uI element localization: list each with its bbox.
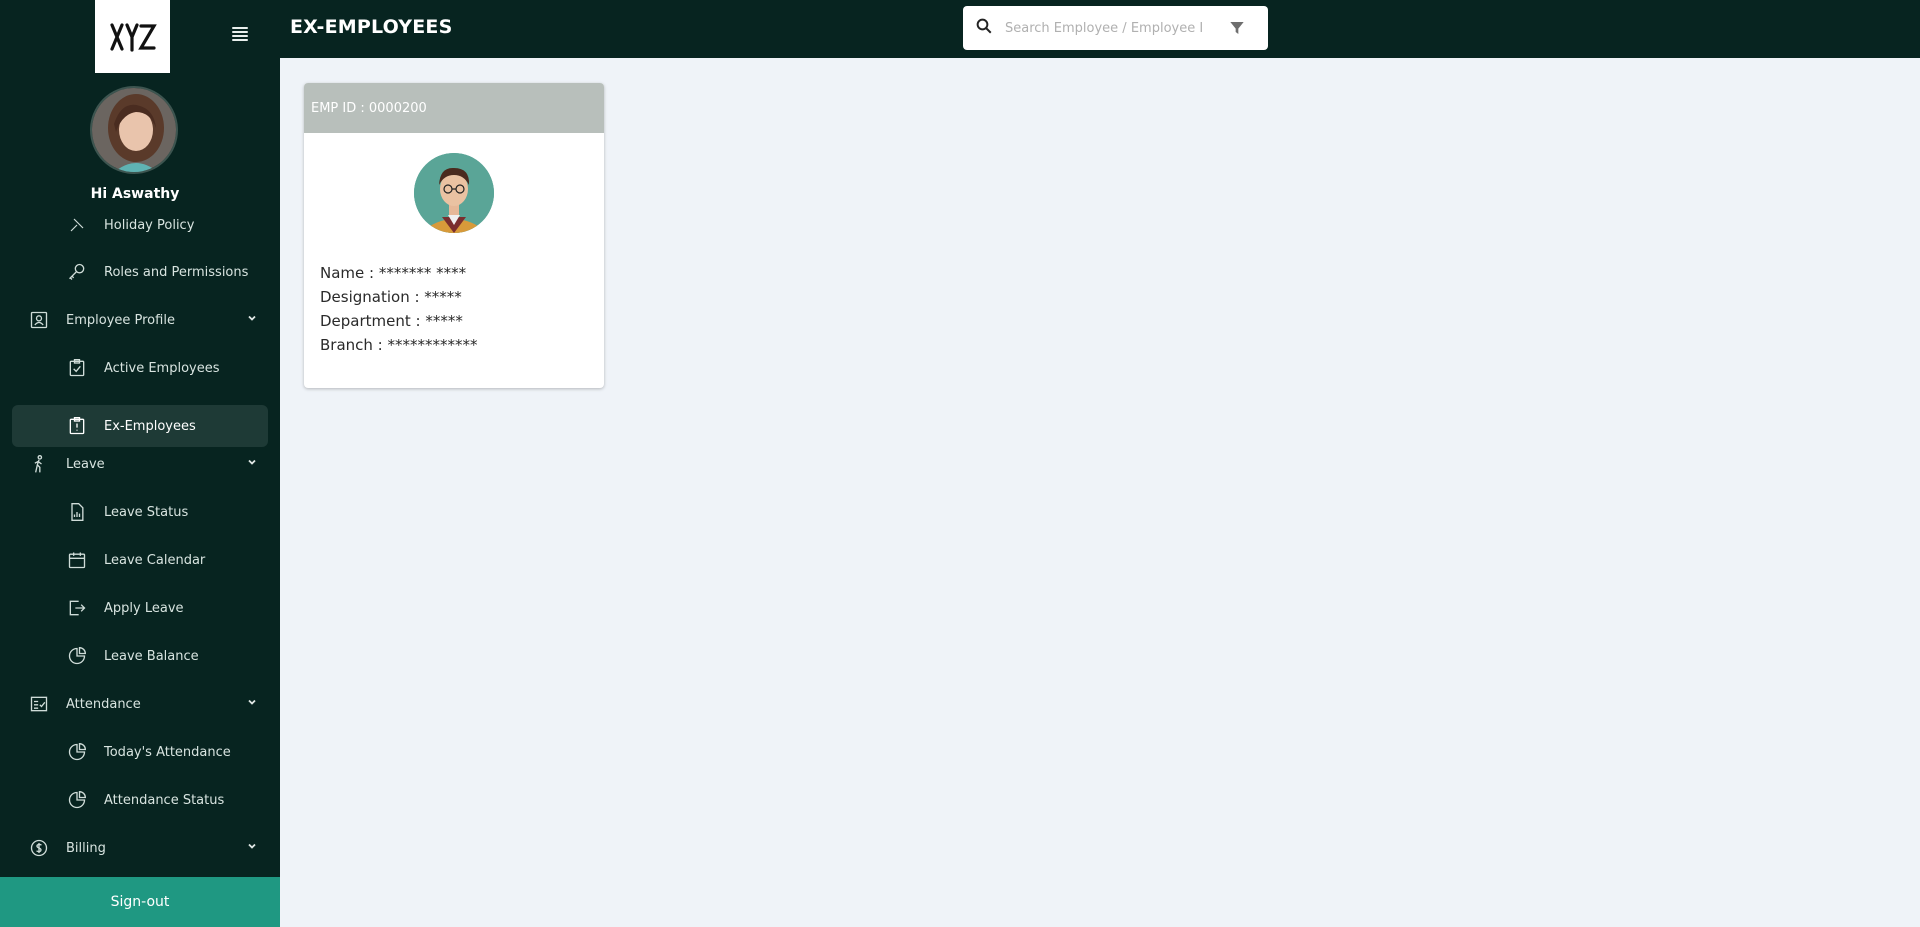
sidebar-item-leave-calendar[interactable]: Leave Calendar bbox=[12, 539, 268, 581]
employee-details: Name : ******* **** Designation : ***** … bbox=[320, 261, 478, 357]
sidebar-item-attendance-status[interactable]: Attendance Status bbox=[12, 779, 268, 821]
holiday-icon bbox=[66, 218, 88, 236]
search-icon bbox=[975, 17, 993, 39]
pie-chart-icon bbox=[66, 741, 88, 763]
search-input[interactable] bbox=[1005, 20, 1225, 36]
sidebar-item-label: Today's Attendance bbox=[104, 744, 231, 760]
clipboard-alert-icon bbox=[66, 415, 88, 437]
sidebar-item-ex-employees[interactable]: Ex-Employees bbox=[12, 405, 268, 447]
sidebar-item-label: Active Employees bbox=[104, 360, 220, 376]
user-greeting: Hi Aswathy bbox=[90, 186, 180, 202]
user-photo-icon bbox=[92, 88, 176, 172]
sidebar-item-todays-attendance[interactable]: Today's Attendance bbox=[12, 731, 268, 773]
report-icon bbox=[66, 501, 88, 523]
xyz-logo-icon bbox=[109, 22, 157, 52]
clipboard-check-icon bbox=[66, 357, 88, 379]
filter-icon[interactable] bbox=[1229, 20, 1245, 36]
sidebar-item-leave[interactable]: Leave bbox=[12, 443, 268, 485]
employee-id: EMP ID : 0000200 bbox=[304, 83, 604, 133]
sidebar-item-billing[interactable]: Billing bbox=[12, 827, 268, 869]
sidebar-item-label: Roles and Permissions bbox=[104, 264, 249, 280]
sidebar-item-label: Employee Profile bbox=[66, 312, 175, 328]
sidebar-menu: Holiday Policy Roles and Permissions Emp… bbox=[0, 218, 280, 878]
sidebar-item-label: Leave Balance bbox=[104, 648, 199, 664]
employee-name: Name : ******* **** bbox=[320, 264, 467, 282]
logout-arrow-icon bbox=[66, 597, 88, 619]
chevron-down-icon bbox=[246, 840, 258, 856]
sidebar-item-label: Billing bbox=[66, 840, 106, 856]
sidebar-item-leave-balance[interactable]: Leave Balance bbox=[12, 635, 268, 677]
app-logo[interactable] bbox=[95, 0, 170, 73]
sidebar: Hi Aswathy Holiday Policy Roles and Perm… bbox=[0, 0, 280, 927]
sidebar-item-apply-leave[interactable]: Apply Leave bbox=[12, 587, 268, 629]
sidebar-item-label: Leave Calendar bbox=[104, 552, 206, 568]
sidebar-item-holiday-policy[interactable]: Holiday Policy bbox=[12, 218, 268, 246]
sidebar-item-attendance[interactable]: Attendance bbox=[12, 683, 268, 725]
avatar[interactable] bbox=[90, 86, 178, 174]
checklist-icon bbox=[28, 693, 50, 715]
dollar-circle-icon bbox=[28, 837, 50, 859]
employee-designation: Designation : ***** bbox=[320, 288, 462, 306]
hamburger-menu-icon[interactable] bbox=[229, 25, 251, 43]
profile-card-icon bbox=[28, 309, 50, 331]
chevron-down-icon bbox=[246, 312, 258, 328]
employee-avatar-icon bbox=[414, 153, 494, 233]
sidebar-item-employee-profile[interactable]: Employee Profile bbox=[12, 299, 268, 341]
page-title: EX-EMPLOYEES bbox=[290, 16, 453, 38]
top-header: EX-EMPLOYEES bbox=[280, 0, 1920, 58]
employee-branch: Branch : ************ bbox=[320, 336, 478, 354]
pie-chart-icon bbox=[66, 645, 88, 667]
sidebar-item-label: Leave Status bbox=[104, 504, 189, 520]
employee-department: Department : ***** bbox=[320, 312, 463, 330]
sidebar-item-label: Attendance Status bbox=[104, 792, 225, 808]
pie-chart-icon bbox=[66, 789, 88, 811]
employee-photo bbox=[414, 153, 494, 233]
signout-button[interactable]: Sign-out bbox=[0, 877, 280, 927]
walking-icon bbox=[28, 453, 50, 475]
sidebar-item-label: Attendance bbox=[66, 696, 141, 712]
key-icon bbox=[66, 261, 88, 283]
sidebar-item-leave-status[interactable]: Leave Status bbox=[12, 491, 268, 533]
employee-card[interactable]: EMP ID : 0000200 Name : ******* **** Des… bbox=[304, 83, 604, 388]
chevron-down-icon bbox=[246, 696, 258, 712]
sidebar-item-label: Apply Leave bbox=[104, 600, 184, 616]
chevron-down-icon bbox=[246, 456, 258, 472]
sidebar-item-label: Holiday Policy bbox=[104, 218, 195, 233]
search-box bbox=[963, 6, 1268, 50]
sidebar-item-roles-permissions[interactable]: Roles and Permissions bbox=[12, 251, 268, 293]
sidebar-item-active-employees[interactable]: Active Employees bbox=[12, 347, 268, 389]
calendar-icon bbox=[66, 549, 88, 571]
sidebar-item-label: Leave bbox=[66, 456, 105, 472]
sidebar-item-label: Ex-Employees bbox=[104, 418, 196, 434]
